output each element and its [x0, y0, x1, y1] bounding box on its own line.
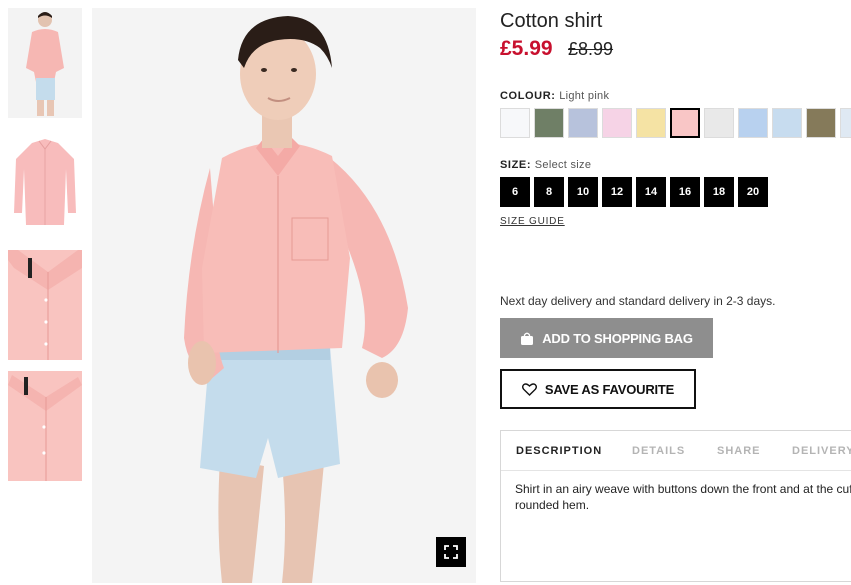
size-label: SIZE: — [500, 159, 532, 171]
size-option-8[interactable]: 8 — [534, 177, 564, 207]
size-option-18[interactable]: 18 — [704, 177, 734, 207]
thumbnail-collar-detail[interactable] — [8, 250, 82, 360]
tab-delivery[interactable]: DELIVERY — [792, 445, 851, 457]
add-to-bag-label: ADD TO SHOPPING BAG — [542, 330, 693, 346]
colour-label-row: COLOUR: Light pink — [500, 90, 609, 102]
tab-share[interactable]: SHARE — [717, 445, 761, 457]
size-option-10[interactable]: 10 — [568, 177, 598, 207]
shopping-bag-icon — [521, 332, 534, 345]
save-favourite-label: SAVE AS FAVOURITE — [544, 381, 675, 397]
save-favourite-button[interactable]: SAVE AS FAVOURITE — [500, 369, 696, 409]
colour-swatch[interactable] — [602, 108, 632, 138]
main-product-image[interactable] — [92, 8, 476, 583]
colour-swatch[interactable] — [670, 108, 700, 138]
size-option-16[interactable]: 16 — [670, 177, 700, 207]
colour-swatch[interactable] — [738, 108, 768, 138]
fullscreen-icon — [444, 545, 458, 559]
tab-bar: DESCRIPTION DETAILS SHARE DELIVERY — [501, 431, 851, 471]
fullscreen-button[interactable] — [436, 537, 466, 567]
colour-swatch[interactable] — [636, 108, 666, 138]
colour-swatches — [500, 108, 851, 138]
size-label-row: SIZE: Select size — [500, 159, 591, 171]
size-option-12[interactable]: 12 — [602, 177, 632, 207]
size-option-20[interactable]: 20 — [738, 177, 768, 207]
colour-swatch[interactable] — [806, 108, 836, 138]
colour-swatch[interactable] — [772, 108, 802, 138]
tab-details[interactable]: DETAILS — [632, 445, 685, 457]
selected-size: Select size — [534, 159, 592, 171]
selected-colour: Light pink — [559, 90, 610, 102]
description-text: Shirt in an airy weave with buttons down… — [515, 482, 851, 512]
colour-swatch[interactable] — [840, 108, 851, 138]
add-to-bag-button[interactable]: ADD TO SHOPPING BAG — [500, 318, 713, 358]
product-title: Cotton shirt — [500, 10, 603, 32]
original-price: £8.99 — [568, 39, 614, 59]
colour-swatch[interactable] — [568, 108, 598, 138]
thumbnail-model-full[interactable] — [8, 8, 82, 118]
info-tabs-panel: DESCRIPTION DETAILS SHARE DELIVERY Shirt… — [500, 430, 851, 582]
heart-icon — [521, 382, 537, 396]
thumbnail-shirt-flat[interactable] — [8, 129, 82, 239]
tab-description[interactable]: DESCRIPTION — [516, 445, 602, 457]
colour-swatch[interactable] — [500, 108, 530, 138]
model-photo — [92, 8, 476, 583]
colour-swatch[interactable] — [534, 108, 564, 138]
size-guide-link[interactable]: SIZE GUIDE — [500, 216, 565, 227]
size-option-14[interactable]: 14 — [636, 177, 666, 207]
colour-label: COLOUR: — [500, 90, 556, 102]
sale-price: £5.99 — [500, 37, 553, 60]
colour-swatch[interactable] — [704, 108, 734, 138]
thumbnail-front-detail[interactable] — [8, 371, 82, 481]
size-option-6[interactable]: 6 — [500, 177, 530, 207]
delivery-note: Next day delivery and standard delivery … — [500, 294, 776, 308]
